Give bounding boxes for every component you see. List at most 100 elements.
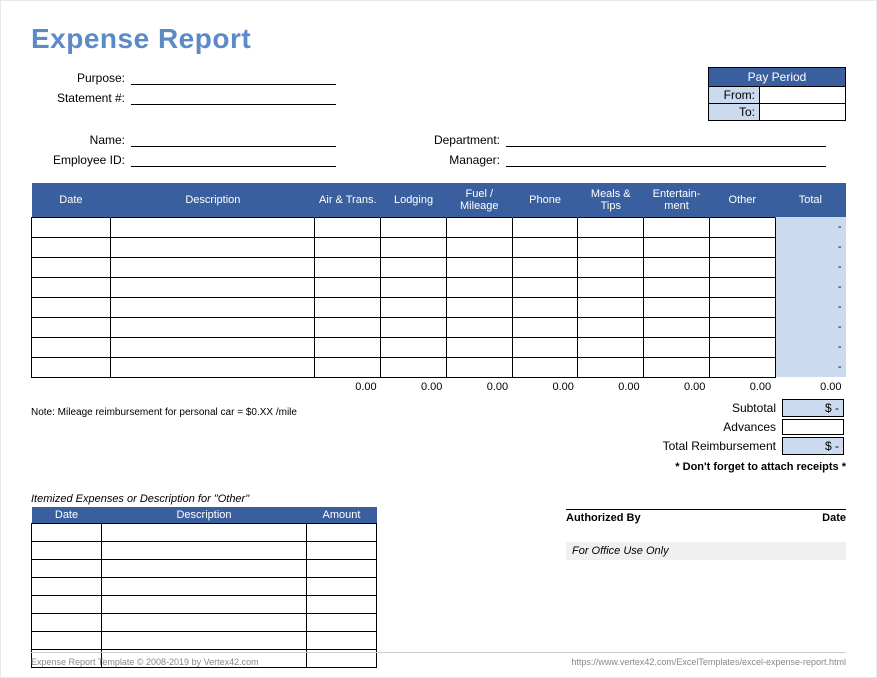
itemized-amount-cell[interactable] [307,614,377,632]
itemized-amount-cell[interactable] [307,542,377,560]
description-cell[interactable] [111,297,315,317]
lodging-cell[interactable] [381,357,447,377]
itemized-amount-cell[interactable] [307,524,377,542]
pay-period-to-value[interactable] [759,103,845,120]
phone-cell[interactable] [512,217,578,237]
date-cell[interactable] [32,257,111,277]
fuel-mileage-cell[interactable] [446,237,512,257]
air-trans-cell[interactable] [315,217,381,237]
date-cell[interactable] [32,217,111,237]
itemized-desc-cell[interactable] [102,542,307,560]
meals-tips-cell[interactable] [578,237,644,257]
itemized-desc-cell[interactable] [102,632,307,650]
lodging-cell[interactable] [381,317,447,337]
itemized-date-cell[interactable] [32,578,102,596]
phone-cell[interactable] [512,337,578,357]
entertainment-cell[interactable] [644,337,710,357]
other-cell[interactable] [709,297,775,317]
date-cell[interactable] [32,277,111,297]
itemized-date-cell[interactable] [32,614,102,632]
air-trans-cell[interactable] [315,277,381,297]
itemized-desc-cell[interactable] [102,596,307,614]
department-input[interactable] [506,131,826,147]
description-cell[interactable] [111,277,315,297]
fuel-mileage-cell[interactable] [446,217,512,237]
phone-cell[interactable] [512,297,578,317]
entertainment-cell[interactable] [644,257,710,277]
date-cell[interactable] [32,317,111,337]
description-cell[interactable] [111,357,315,377]
description-cell[interactable] [111,217,315,237]
statement-input[interactable] [131,89,336,105]
itemized-amount-cell[interactable] [307,596,377,614]
employee-id-input[interactable] [131,151,336,167]
entertainment-cell[interactable] [644,297,710,317]
other-cell[interactable] [709,357,775,377]
fuel-mileage-cell[interactable] [446,317,512,337]
fuel-mileage-cell[interactable] [446,337,512,357]
phone-cell[interactable] [512,257,578,277]
other-cell[interactable] [709,257,775,277]
air-trans-cell[interactable] [315,297,381,317]
itemized-date-cell[interactable] [32,560,102,578]
date-cell[interactable] [32,237,111,257]
meals-tips-cell[interactable] [578,217,644,237]
description-cell[interactable] [111,317,315,337]
lodging-cell[interactable] [381,297,447,317]
air-trans-cell[interactable] [315,337,381,357]
date-cell[interactable] [32,337,111,357]
entertainment-cell[interactable] [644,217,710,237]
entertainment-cell[interactable] [644,237,710,257]
fuel-mileage-cell[interactable] [446,257,512,277]
fuel-mileage-cell[interactable] [446,297,512,317]
manager-input[interactable] [506,151,826,167]
air-trans-cell[interactable] [315,357,381,377]
lodging-cell[interactable] [381,257,447,277]
lodging-cell[interactable] [381,237,447,257]
meals-tips-cell[interactable] [578,357,644,377]
other-cell[interactable] [709,337,775,357]
other-cell[interactable] [709,237,775,257]
air-trans-cell[interactable] [315,317,381,337]
itemized-date-cell[interactable] [32,596,102,614]
itemized-date-cell[interactable] [32,632,102,650]
pay-period-from-value[interactable] [759,86,845,103]
fuel-mileage-cell[interactable] [446,277,512,297]
date-cell[interactable] [32,297,111,317]
entertainment-cell[interactable] [644,357,710,377]
meals-tips-cell[interactable] [578,257,644,277]
description-cell[interactable] [111,337,315,357]
other-cell[interactable] [709,217,775,237]
itemized-amount-cell[interactable] [307,560,377,578]
phone-cell[interactable] [512,357,578,377]
entertainment-cell[interactable] [644,277,710,297]
meals-tips-cell[interactable] [578,297,644,317]
meals-tips-cell[interactable] [578,317,644,337]
itemized-date-cell[interactable] [32,524,102,542]
fuel-mileage-cell[interactable] [446,357,512,377]
meals-tips-cell[interactable] [578,277,644,297]
description-cell[interactable] [111,257,315,277]
phone-cell[interactable] [512,237,578,257]
itemized-desc-cell[interactable] [102,614,307,632]
itemized-amount-cell[interactable] [307,632,377,650]
air-trans-cell[interactable] [315,257,381,277]
phone-cell[interactable] [512,277,578,297]
phone-cell[interactable] [512,317,578,337]
itemized-desc-cell[interactable] [102,560,307,578]
itemized-date-cell[interactable] [32,542,102,560]
date-cell[interactable] [32,357,111,377]
advances-value[interactable] [782,419,844,435]
purpose-input[interactable] [131,69,336,85]
description-cell[interactable] [111,237,315,257]
lodging-cell[interactable] [381,277,447,297]
other-cell[interactable] [709,317,775,337]
entertainment-cell[interactable] [644,317,710,337]
itemized-desc-cell[interactable] [102,524,307,542]
other-cell[interactable] [709,277,775,297]
itemized-amount-cell[interactable] [307,578,377,596]
itemized-desc-cell[interactable] [102,578,307,596]
lodging-cell[interactable] [381,337,447,357]
meals-tips-cell[interactable] [578,337,644,357]
name-input[interactable] [131,131,336,147]
